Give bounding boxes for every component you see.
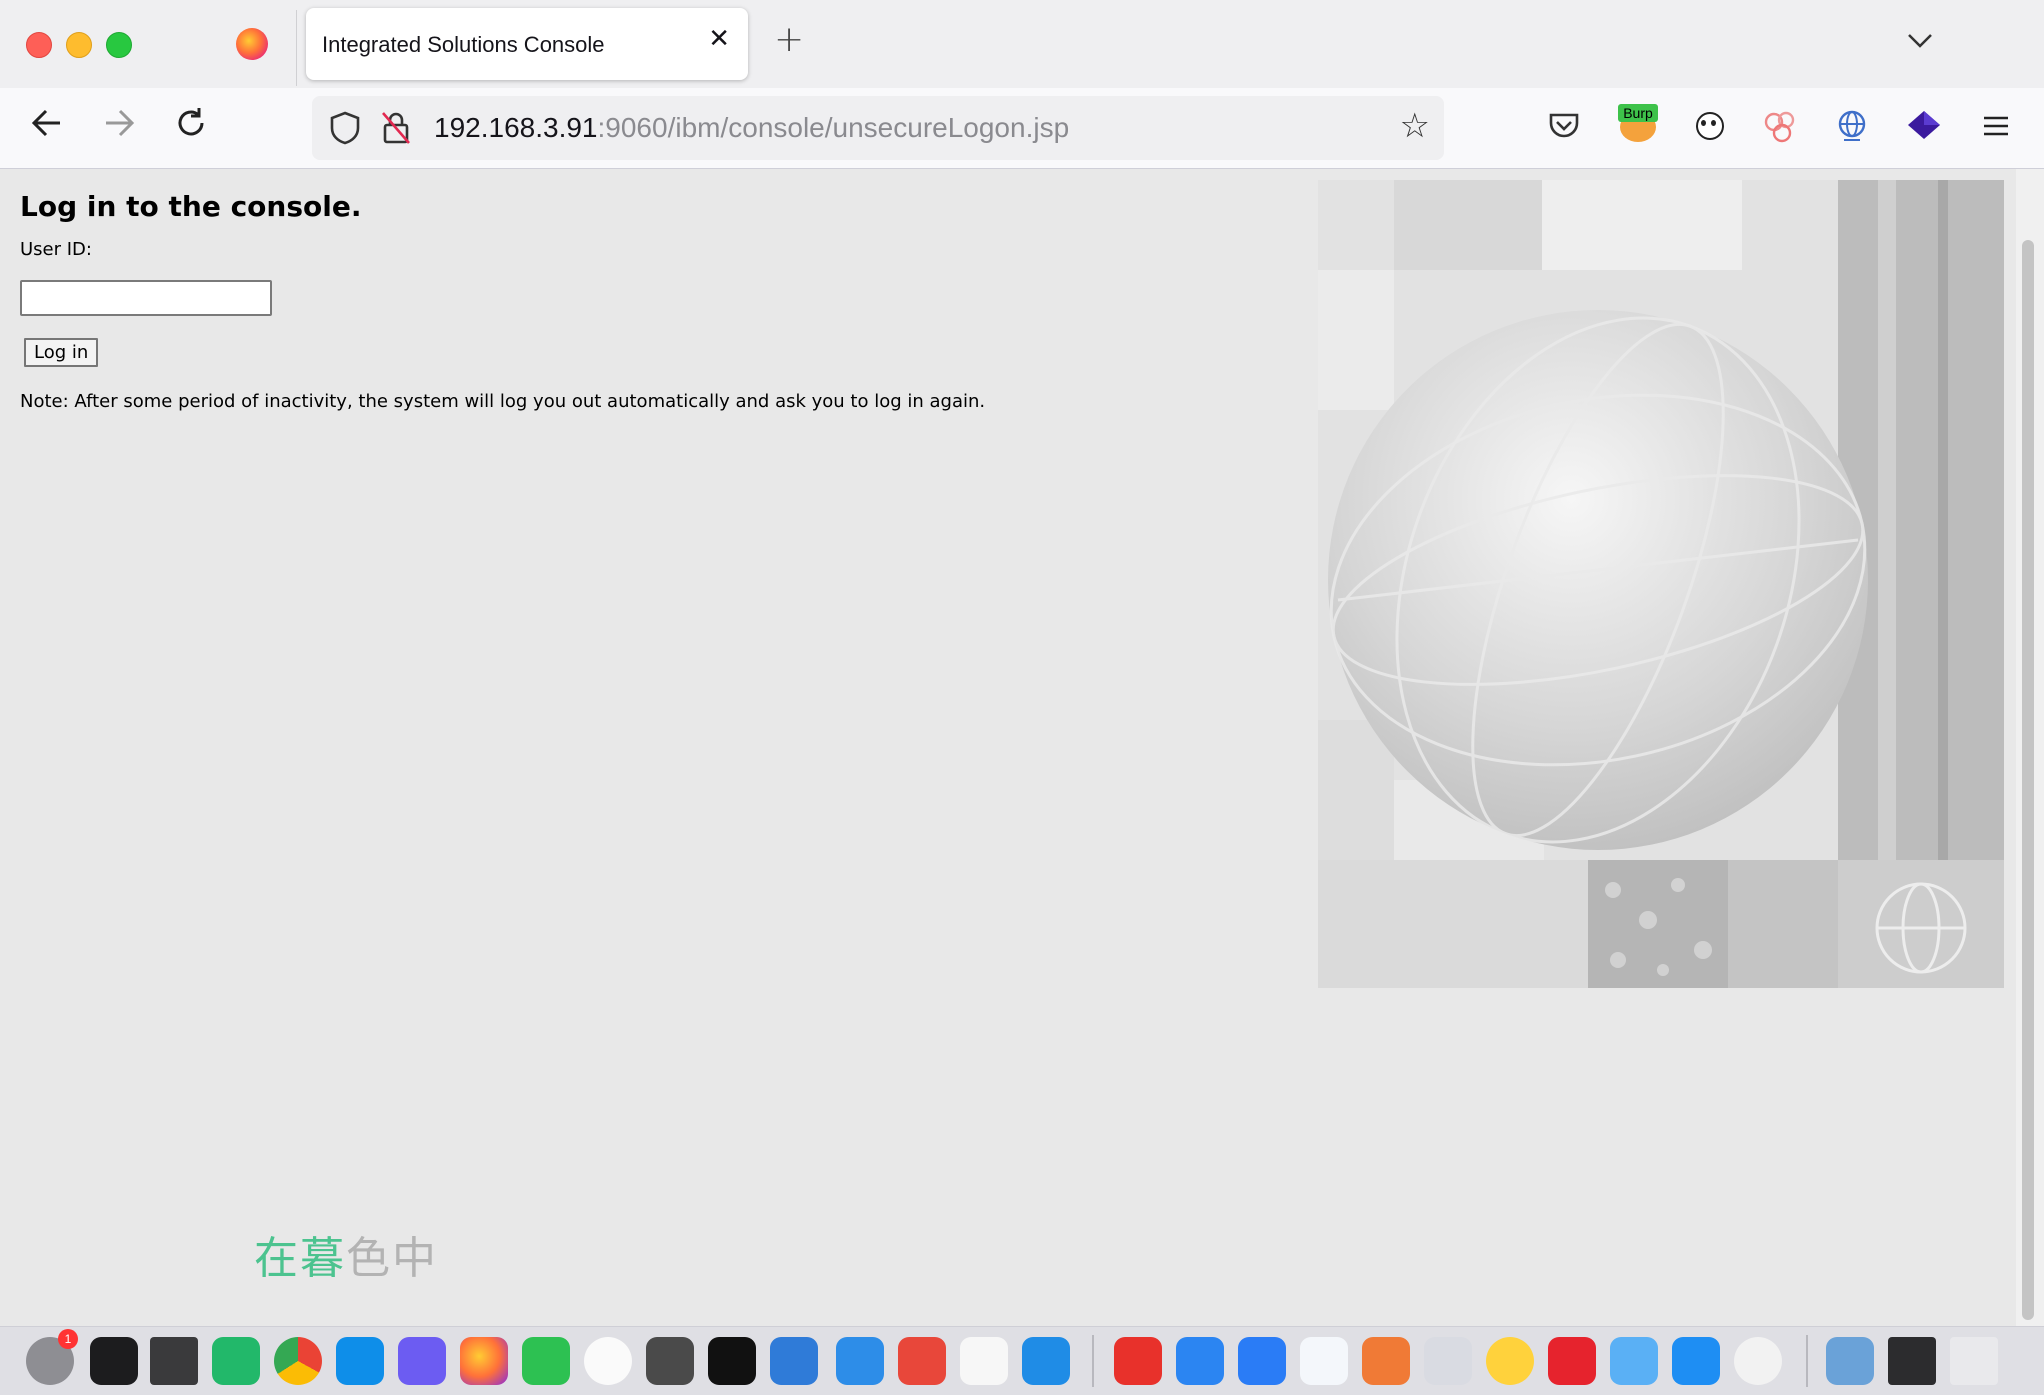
arrow-right-icon xyxy=(106,109,135,137)
page-title: Log in to the console. xyxy=(20,190,362,223)
screen-sharing-icon[interactable] xyxy=(150,1337,198,1385)
chevron-down-icon xyxy=(1908,34,1932,48)
bookmark-star-icon[interactable]: ☆ xyxy=(1400,106,1430,146)
vscode-icon[interactable] xyxy=(1022,1337,1070,1385)
forward-button[interactable] xyxy=(102,106,136,145)
folder-icon[interactable] xyxy=(1610,1337,1658,1385)
notification-badge: 1 xyxy=(58,1329,78,1349)
terminal-window-icon[interactable] xyxy=(1888,1337,1936,1385)
bolt-app-icon[interactable] xyxy=(398,1337,446,1385)
weibo-icon[interactable] xyxy=(1548,1337,1596,1385)
music-icon[interactable] xyxy=(1486,1337,1534,1385)
login-button[interactable]: Log in xyxy=(24,338,99,367)
shield-icon[interactable] xyxy=(328,110,362,146)
teamviewer-icon[interactable] xyxy=(336,1337,384,1385)
wps-icon[interactable] xyxy=(1114,1337,1162,1385)
reload-button[interactable] xyxy=(174,106,208,145)
layers-icon[interactable] xyxy=(1906,108,1942,144)
search-app-icon[interactable] xyxy=(1300,1337,1348,1385)
burp-icon[interactable]: Burp xyxy=(1616,102,1660,146)
pocket-icon[interactable] xyxy=(1546,108,1582,144)
firefox-logo-icon xyxy=(236,28,268,60)
activity-monitor-icon[interactable] xyxy=(708,1337,756,1385)
pen-app-icon[interactable] xyxy=(1362,1337,1410,1385)
navigation-toolbar: 192.168.3.91:9060/ibm/console/unsecureLo… xyxy=(0,88,2044,169)
login-form: Log in to the console. User ID: Log in N… xyxy=(20,190,985,412)
inactivity-note: Note: After some period of inactivity, t… xyxy=(20,391,986,412)
app-store-icon[interactable] xyxy=(1672,1337,1720,1385)
tab-close-icon[interactable]: ✕ xyxy=(708,26,730,52)
url-text[interactable]: 192.168.3.91:9060/ibm/console/unsecureLo… xyxy=(434,112,1069,144)
ibm-globe-banner-image xyxy=(1318,180,2004,988)
dock-separator xyxy=(1092,1335,1094,1387)
macos-dock: 1 xyxy=(0,1326,2044,1395)
scrollbar-thumb[interactable] xyxy=(2022,240,2034,1320)
tab-active[interactable]: Integrated Solutions Console ✕ xyxy=(306,8,748,80)
dingtalk-icon[interactable] xyxy=(1238,1337,1286,1385)
list-all-tabs-button[interactable] xyxy=(1906,24,1934,57)
typora-icon[interactable] xyxy=(960,1337,1008,1385)
insecure-lock-icon[interactable] xyxy=(380,110,412,146)
chrome-icon[interactable] xyxy=(274,1337,322,1385)
parallels-icon[interactable] xyxy=(770,1337,818,1385)
user-id-input[interactable] xyxy=(20,280,272,316)
minimize-window-button[interactable] xyxy=(66,32,92,58)
watermark-text: 在暮色中 xyxy=(254,1222,438,1286)
menu-icon[interactable] xyxy=(1978,108,2014,144)
desktop-icon[interactable] xyxy=(1950,1337,1998,1385)
qq-icon[interactable] xyxy=(584,1337,632,1385)
bubbles-icon[interactable] xyxy=(1762,108,1798,144)
arrow-left-icon xyxy=(31,109,60,137)
sketch-icon[interactable] xyxy=(898,1337,946,1385)
back-button[interactable] xyxy=(30,106,64,145)
zoom-window-button[interactable] xyxy=(106,32,132,58)
coffee-icon[interactable] xyxy=(1826,1337,1874,1385)
feishu-icon[interactable] xyxy=(212,1337,260,1385)
wechat-icon[interactable] xyxy=(522,1337,570,1385)
terminal-icon[interactable] xyxy=(90,1337,138,1385)
watermark-part-2: 色中 xyxy=(346,1233,438,1284)
new-tab-button[interactable]: + xyxy=(774,22,804,58)
sync-icon[interactable] xyxy=(1734,1337,1782,1385)
close-window-button[interactable] xyxy=(26,32,52,58)
burp-label: Burp xyxy=(1618,104,1658,122)
tab-title: Integrated Solutions Console xyxy=(322,32,605,57)
url-host: 192.168.3.91 xyxy=(434,112,598,143)
baidu-netdisk-icon[interactable] xyxy=(1176,1337,1224,1385)
sublime-icon[interactable] xyxy=(646,1337,694,1385)
watermark-part-1: 在暮 xyxy=(254,1233,346,1284)
preview-icon[interactable] xyxy=(1424,1337,1472,1385)
panda-icon[interactable] xyxy=(1690,108,1726,144)
url-path: :9060/ibm/console/unsecureLogon.jsp xyxy=(597,112,1070,143)
dock-separator-2 xyxy=(1806,1335,1808,1387)
firefox-icon[interactable] xyxy=(460,1337,508,1385)
globe-network-icon[interactable] xyxy=(1834,108,1870,144)
browser-title-bar: Integrated Solutions Console ✕ + xyxy=(0,0,2044,89)
reload-icon xyxy=(178,108,204,136)
xmind-icon[interactable] xyxy=(836,1337,884,1385)
user-id-label: User ID: xyxy=(20,239,92,260)
address-bar[interactable]: 192.168.3.91:9060/ibm/console/unsecureLo… xyxy=(312,96,1444,160)
tab-divider xyxy=(296,10,297,86)
